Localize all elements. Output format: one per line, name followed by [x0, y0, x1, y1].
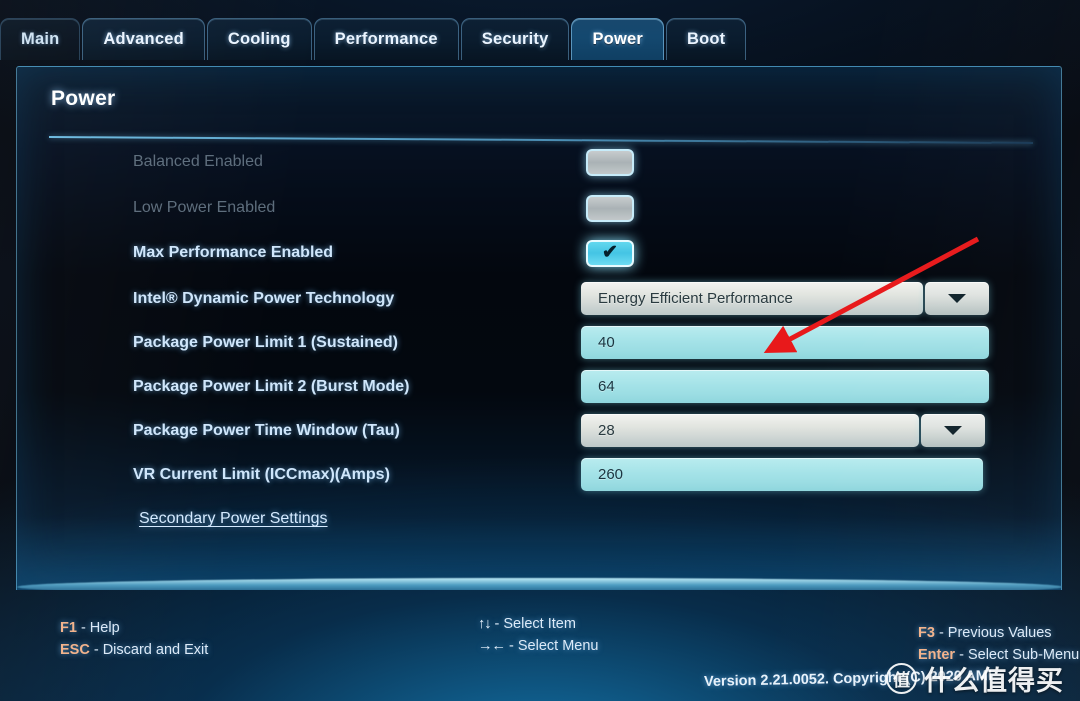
checkbox-balanced-enabled[interactable]	[586, 149, 634, 176]
setting-label: Low Power Enabled	[133, 199, 276, 216]
footer-hint-text: - Select Item	[490, 616, 576, 632]
setting-row-package-power-time-window[interactable]: Package Power Time Window (Tau) 28	[17, 411, 1061, 451]
setting-row-low-power-enabled[interactable]: Low Power Enabled	[17, 188, 1061, 228]
footer-middle-hints: ↑↓ - Select Item →← - Select Menu	[478, 613, 599, 657]
menu-tab-bar: Main Advanced Cooling Performance Securi…	[0, 18, 1080, 64]
setting-row-intel-dynamic-power-technology[interactable]: Intel® Dynamic Power Technology Energy E…	[17, 279, 1061, 319]
power-settings-panel: Power Balanced Enabled Low Power Enabled…	[16, 66, 1062, 590]
setting-label: Package Power Limit 1 (Sustained)	[133, 334, 398, 351]
bios-screen: Main Advanced Cooling Performance Securi…	[0, 0, 1080, 701]
link-secondary-power-settings[interactable]: Secondary Power Settings	[139, 499, 328, 539]
setting-label: Max Performance Enabled	[133, 244, 334, 261]
footer-left-hints: F1 - Help ESC - Discard and Exit	[60, 617, 208, 661]
tab-performance[interactable]: Performance	[313, 18, 459, 60]
setting-row-vr-current-limit[interactable]: VR Current Limit (ICCmax)(Amps) 260	[17, 455, 1061, 495]
tab-advanced[interactable]: Advanced	[82, 18, 205, 60]
tab-power[interactable]: Power	[571, 18, 664, 60]
footer-hint-text: - Help	[76, 620, 120, 636]
footer-hint-select-item: ↑↓ - Select Item	[478, 613, 599, 635]
checkbox-max-performance-enabled[interactable]: ✔	[586, 240, 634, 267]
tab-label: Security	[481, 30, 549, 48]
footer-hint-esc: ESC - Discard and Exit	[60, 639, 208, 661]
setting-label: Balanced Enabled	[133, 153, 263, 170]
footer-hint-text: - Previous Values	[934, 625, 1052, 641]
footer-hint-text: - Select Menu	[505, 638, 599, 654]
setting-row-secondary-power-settings[interactable]: Secondary Power Settings	[17, 499, 1061, 539]
left-right-arrow-icon: →←	[478, 638, 506, 654]
setting-label: Intel® Dynamic Power Technology	[133, 290, 395, 307]
tab-main[interactable]: Main	[0, 18, 81, 60]
up-down-arrow-icon: ↑↓	[478, 616, 491, 632]
page-title: Power	[51, 87, 116, 110]
tab-label: Boot	[687, 30, 726, 48]
watermark-badge-icon: 值	[886, 663, 917, 694]
input-vr-current-limit[interactable]: 260	[581, 458, 983, 491]
footer-key: ESC	[60, 642, 90, 658]
footer-hint-select-menu: →← - Select Menu	[478, 635, 599, 657]
checkbox-low-power-enabled[interactable]	[586, 195, 634, 222]
chevron-down-icon	[944, 426, 962, 435]
footer-key: F3	[918, 625, 935, 641]
combo-dropdown-button-package-power-time-window[interactable]	[921, 414, 985, 447]
input-package-power-limit-1[interactable]: 40	[581, 326, 989, 359]
setting-row-max-performance-enabled[interactable]: Max Performance Enabled ✔	[17, 233, 1061, 273]
footer-hint-f1: F1 - Help	[60, 617, 208, 639]
setting-row-package-power-limit-1[interactable]: Package Power Limit 1 (Sustained) 40	[17, 323, 1061, 363]
setting-label: Package Power Limit 2 (Burst Mode)	[133, 378, 410, 395]
setting-label: VR Current Limit (ICCmax)(Amps)	[133, 466, 390, 483]
footer-hint-f3: F3 - Previous Values	[918, 622, 1079, 644]
tab-boot[interactable]: Boot	[666, 18, 747, 60]
setting-row-package-power-limit-2[interactable]: Package Power Limit 2 (Burst Mode) 64	[17, 367, 1061, 407]
tab-cooling[interactable]: Cooling	[206, 18, 312, 60]
watermark-text: 什么值得买	[924, 666, 1064, 696]
footer-hint-text: - Discard and Exit	[89, 642, 209, 658]
footer-key: F1	[60, 620, 77, 636]
panel-bottom-edge	[17, 578, 1061, 590]
tab-label: Performance	[334, 30, 438, 48]
tab-label: Cooling	[227, 30, 291, 48]
chevron-down-icon	[948, 294, 966, 303]
combo-intel-dynamic-power-technology[interactable]: Energy Efficient Performance	[581, 282, 923, 315]
setting-row-balanced-enabled[interactable]: Balanced Enabled	[17, 142, 1061, 182]
tab-security[interactable]: Security	[460, 18, 570, 60]
tab-label: Main	[21, 30, 60, 48]
setting-label: Package Power Time Window (Tau)	[133, 422, 400, 439]
site-watermark: 值 什么值得买	[886, 659, 1064, 698]
tab-label: Advanced	[103, 30, 184, 48]
combo-dropdown-button-intel-dynamic-power-technology[interactable]	[925, 282, 989, 315]
tab-label: Power	[592, 30, 643, 48]
combo-package-power-time-window[interactable]: 28	[581, 414, 919, 447]
check-icon: ✔	[602, 242, 618, 263]
input-package-power-limit-2[interactable]: 64	[581, 370, 989, 403]
